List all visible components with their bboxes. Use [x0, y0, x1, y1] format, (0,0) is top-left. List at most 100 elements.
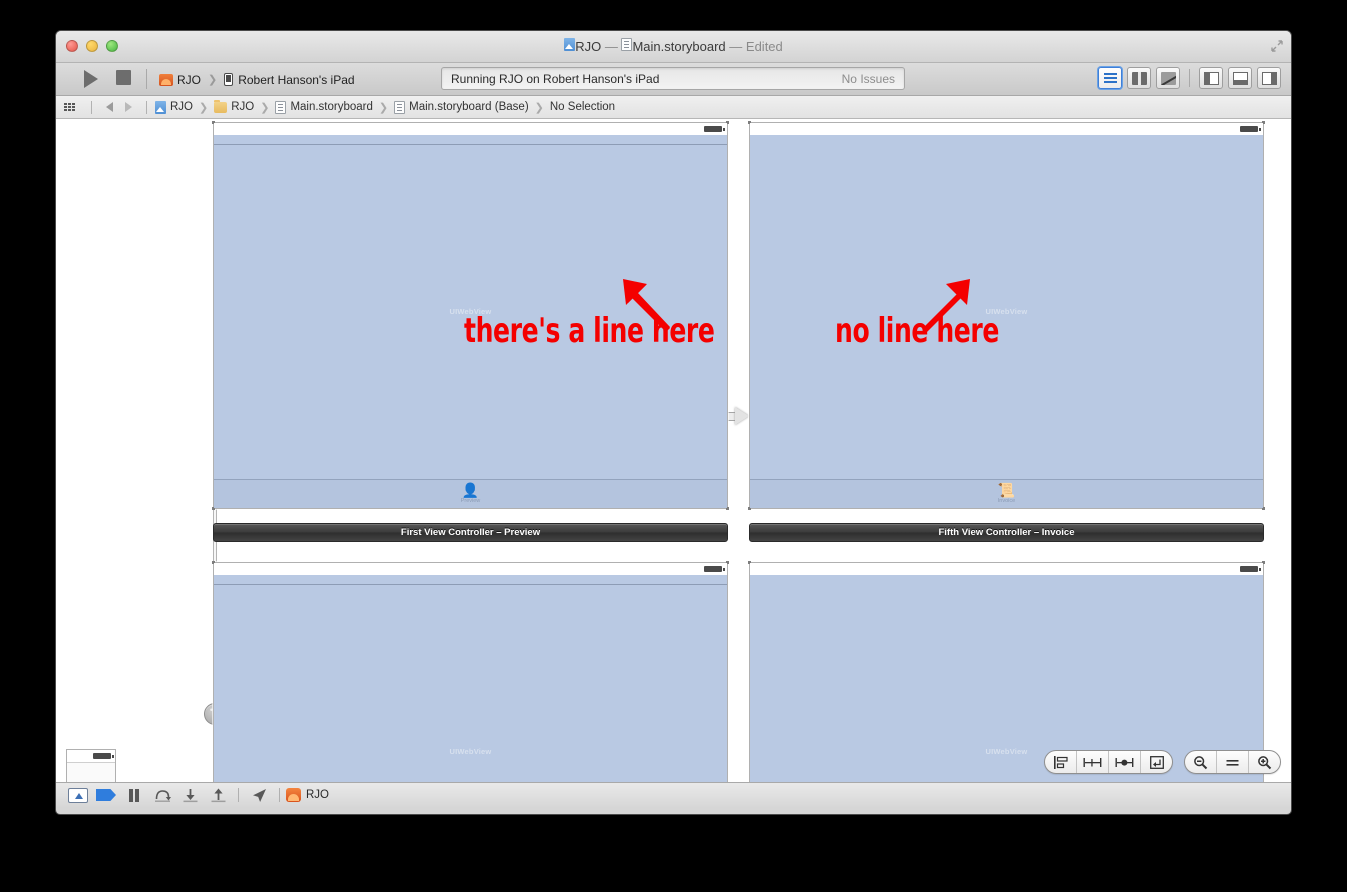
auto-layout-button-group: [1044, 750, 1173, 774]
toggle-debug-area-button[interactable]: [1228, 67, 1252, 89]
embed-in-icon: [1149, 755, 1164, 769]
person-check-icon: 👤: [461, 482, 480, 498]
debug-panel-icon: [1233, 72, 1248, 85]
version-editor-button[interactable]: [1156, 67, 1180, 89]
resolve-issues-icon: [1115, 757, 1134, 767]
location-arrow-icon: [252, 788, 266, 802]
tab-bar-item[interactable]: 📜 Invoice: [750, 483, 1263, 504]
status-bar: [214, 563, 727, 575]
xcode-window: RJO — Main.storyboard — Edited RJO ❯ Rob…: [55, 30, 1292, 815]
storyboard-icon: [394, 100, 406, 114]
version-editor-icon: [1161, 72, 1176, 85]
breadcrumb-label: No Selection: [549, 101, 616, 113]
navigator-panel-icon: [1204, 72, 1219, 85]
jumpbar-divider-2: [146, 100, 147, 114]
view-controller-canvas[interactable]: UIWebView: [748, 561, 1265, 782]
back-arrow-icon[interactable]: [106, 102, 113, 112]
toolbar-right-group: [1098, 67, 1281, 89]
activity-view[interactable]: Running RJO on Robert Hanson's iPad No I…: [441, 67, 905, 90]
tab-bar-item[interactable]: 👤 Preview: [214, 483, 727, 504]
zoom-in-button[interactable]: [1249, 751, 1280, 773]
actual-size-button[interactable]: [1217, 751, 1249, 773]
process-icon: [286, 788, 301, 802]
pin-button[interactable]: [1077, 751, 1109, 773]
breadcrumb-label: Main.storyboard: [290, 101, 373, 113]
step-out-icon: [211, 788, 225, 802]
align-button[interactable]: [1045, 751, 1077, 773]
toolbar-divider: [146, 69, 147, 89]
breadcrumb-item-storyboard-base[interactable]: Main.storyboard (Base): [394, 100, 529, 114]
scene-title-bar[interactable]: Fifth View Controller – Invoice: [749, 523, 1264, 542]
scheme-name: RJO: [177, 72, 201, 87]
run-button[interactable]: [84, 70, 98, 88]
chevron-right-icon: ❯: [208, 74, 218, 86]
zoom-out-button[interactable]: [1185, 751, 1217, 773]
step-over-button[interactable]: [148, 783, 176, 807]
step-out-button[interactable]: [204, 783, 232, 807]
simulate-location-button[interactable]: [245, 783, 273, 807]
breadcrumb-item-project[interactable]: RJO: [155, 100, 193, 114]
view-controller-canvas[interactable]: UIWebView: [212, 561, 729, 782]
segue-arrow[interactable]: [735, 407, 749, 425]
forward-arrow-icon[interactable]: [125, 102, 132, 112]
toggle-utilities-button[interactable]: [1257, 67, 1281, 89]
scene-title-bar[interactable]: First View Controller – Preview: [213, 523, 728, 542]
breadcrumb-item-storyboard[interactable]: Main.storyboard: [275, 100, 373, 114]
issues-count-text: No Issues: [841, 71, 895, 86]
tab-bar[interactable]: 👤 Preview: [214, 479, 727, 508]
screenshot-root: RJO — Main.storyboard — Edited RJO ❯ Rob…: [0, 0, 1347, 892]
resolve-auto-layout-button[interactable]: [1109, 751, 1141, 773]
battery-icon: [704, 126, 725, 132]
uiwebview-top-separator-line: [214, 144, 727, 145]
stop-button[interactable]: [116, 70, 131, 85]
window-title-separator: —: [604, 39, 618, 54]
uiwebview-label: UIWebView: [985, 307, 1028, 316]
step-into-button[interactable]: [176, 783, 204, 807]
canvas-controls: [1044, 750, 1281, 774]
main-toolbar: RJO ❯ Robert Hanson's iPad Running RJO o…: [56, 63, 1291, 96]
activity-status-text: Running RJO on Robert Hanson's iPad: [451, 71, 660, 86]
chevron-right-icon: ❯: [378, 101, 389, 114]
battery-icon: [93, 753, 114, 759]
view-body[interactable]: UIWebView 📜 Invoice: [750, 135, 1263, 508]
status-bar: [750, 123, 1263, 135]
chevron-right-icon: ❯: [199, 101, 209, 114]
toggle-breakpoints-button[interactable]: [92, 783, 120, 807]
breadcrumb: RJO ❯ RJO ❯ Main.storyboard ❯ Main.story…: [56, 96, 1291, 119]
debugbar-divider-2: [279, 788, 280, 802]
storyboard-canvas[interactable]: UIWebView 👤 Preview First View Controlle…: [56, 119, 1291, 782]
tab-bar[interactable]: 📜 Invoice: [750, 479, 1263, 508]
related-items-icon[interactable]: [64, 102, 75, 112]
storyboard-icon: [621, 38, 633, 51]
left-annotation-text: there's a line here: [464, 311, 715, 351]
breadcrumb-label: RJO: [231, 101, 255, 113]
equals-icon: [1226, 759, 1239, 766]
scheme-selector[interactable]: RJO ❯ Robert Hanson's iPad: [159, 69, 355, 90]
view-body[interactable]: UIWebView: [214, 575, 727, 782]
breadcrumb-item-selection[interactable]: No Selection: [550, 101, 615, 113]
window-title-document: Main.storyboard: [632, 39, 726, 54]
assistant-editor-button[interactable]: [1127, 67, 1151, 89]
debug-bar: RJO: [56, 782, 1291, 807]
breadcrumb-item-folder[interactable]: RJO: [214, 99, 255, 113]
pause-button[interactable]: [120, 783, 148, 807]
zoom-button-group: [1184, 750, 1281, 774]
window-title-edited-state: — Edited: [729, 39, 783, 54]
battery-icon: [1240, 126, 1261, 132]
tab-bar-controller-scene[interactable]: [66, 749, 116, 782]
fullscreen-icon[interactable]: [1271, 40, 1283, 52]
align-icon: [1054, 755, 1068, 769]
view-controller-canvas[interactable]: UIWebView 📜 Invoice: [748, 121, 1265, 510]
breadcrumb-label: RJO: [170, 101, 193, 113]
standard-editor-button[interactable]: [1098, 67, 1122, 89]
toggle-navigator-button[interactable]: [1199, 67, 1223, 89]
document-icon: 📜: [997, 482, 1016, 498]
pin-icon: [1083, 757, 1102, 767]
device-icon: [224, 73, 234, 86]
process-name: RJO: [306, 789, 329, 801]
toolbar-divider-2: [1189, 69, 1190, 87]
zoom-out-icon: [1194, 755, 1208, 769]
jumpbar-divider: [91, 100, 92, 114]
hide-debug-area-button[interactable]: [64, 783, 92, 807]
embed-in-button[interactable]: [1141, 751, 1172, 773]
